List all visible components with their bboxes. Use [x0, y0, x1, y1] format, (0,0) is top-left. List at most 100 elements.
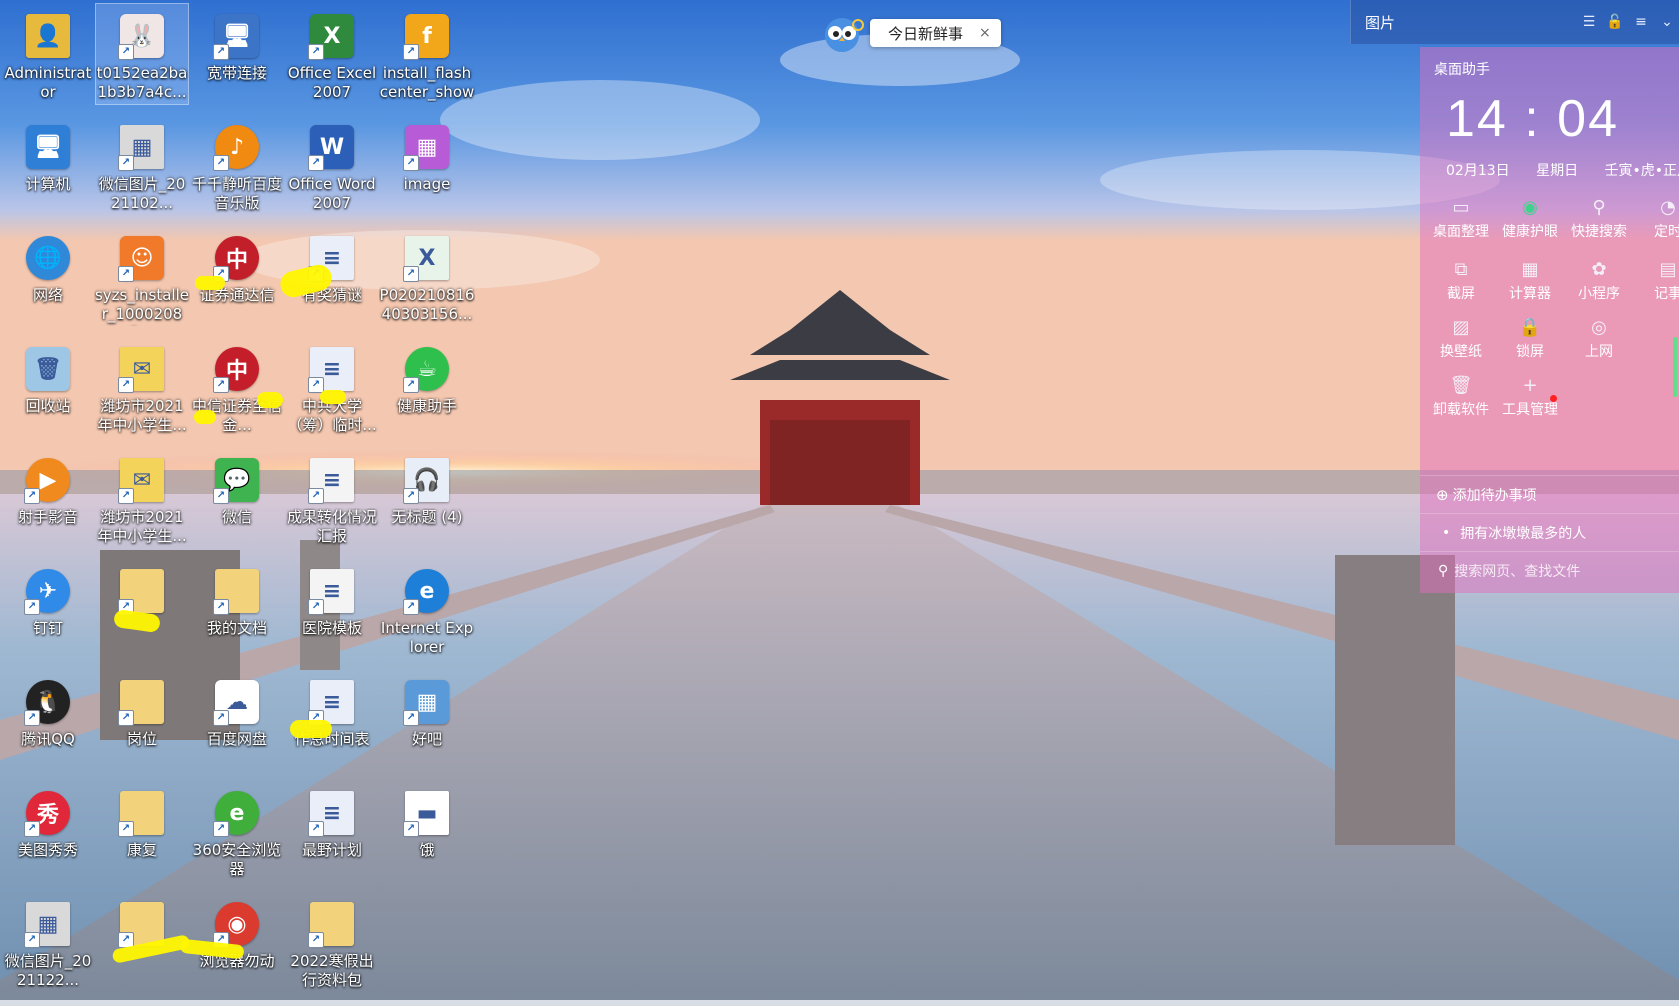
news-popup[interactable]: 今日新鲜事 × — [820, 18, 1001, 52]
desktop-icon-item[interactable]: f ↗ install_flashcenter_show — [380, 4, 474, 104]
desktop-icon-item[interactable]: ☺↗syzs_installer_10002081... — [95, 226, 189, 326]
desktop-icon-item[interactable]: ☕ ↗ 健康助手 — [381, 337, 473, 437]
shortcut-arrow-icon: ↗ — [403, 488, 419, 504]
desktop-icon-item[interactable]: ↗ 我的文档 — [191, 559, 283, 659]
desktop-icon-label: 百度网盘 — [206, 730, 267, 748]
desktop-icon-item[interactable]: 🌐 网络 — [2, 226, 94, 326]
assistant-tool-button[interactable]: ◎ 上网 — [1564, 315, 1634, 361]
shortcut-arrow-icon: ↗ — [118, 44, 134, 60]
flash-installer-icon: f ↗ — [403, 14, 449, 60]
desktop-icon-item[interactable]: ♪ ↗ 千千静听百度音乐版 — [191, 115, 283, 215]
add-todo-button[interactable]: ⊕ 添加待办事项 — [1420, 475, 1679, 514]
icon-glyph: ◉ — [227, 911, 247, 937]
desktop-icon-item[interactable]: ≡ ↗ 中共大学（筹）临时... — [286, 337, 378, 437]
picture-widget-bar: 图片 ☰ 🔓 ≡ ⌄ — [1350, 0, 1679, 44]
assistant-tool-button[interactable]: ◔ 定时 — [1633, 195, 1679, 241]
desktop-icon-item[interactable]: ≡ ↗ 医院模板 — [286, 559, 378, 659]
icon-glyph: ▦ — [416, 689, 438, 715]
hot-topic-item[interactable]: • 拥有冰墩墩最多的人 — [1420, 513, 1679, 552]
news-text[interactable]: 今日新鲜事 — [888, 23, 963, 44]
icon-glyph: ✉ — [132, 467, 152, 493]
assistant-tool-button[interactable]: ◉ 健康护眼 — [1495, 195, 1565, 241]
desktop-icon-label: 美图秀秀 — [17, 841, 78, 859]
desktop-icon-item[interactable]: ↗ 2022寒假出行资料包 — [286, 892, 378, 992]
assistant-tool-label: 工具管理 — [1502, 402, 1558, 418]
desktop-icon-item[interactable]: ✈ ↗ 钉钉 — [2, 559, 94, 659]
assistant-tool-button[interactable]: 🔒 锁屏 — [1495, 315, 1565, 361]
assistant-tool-label: 上网 — [1585, 344, 1613, 360]
desktop-icon-item[interactable]: 秀 ↗ 美图秀秀 — [2, 781, 94, 881]
assistant-tool-button[interactable]: ✿ 小程序 — [1564, 257, 1634, 303]
desktop-icon-item[interactable]: ▦ ↗ 微信图片_2021122... — [2, 892, 94, 992]
desktop-icon-item[interactable]: X ↗ Office Excel 2007 — [286, 4, 378, 104]
icon-glyph: e — [229, 800, 245, 826]
desktop-icon-item[interactable]: ≡ ↗ 最野计划 — [286, 781, 378, 881]
assistant-search-input[interactable]: ⚲ 搜索网页、查找文件 — [1420, 551, 1679, 590]
desktop-icon-item[interactable]: W ↗ Office Word 2007 — [286, 115, 378, 215]
desktop-icon-label: Office Excel 2007 — [287, 64, 377, 101]
folder-icon: ↗ — [308, 902, 354, 948]
desktop-icon-item[interactable]: ✉ ↗ 潍坊市2021年中小学生... — [96, 337, 188, 437]
desktop-icon-label: 好吧 — [411, 730, 442, 748]
internet-explorer-icon: e ↗ — [403, 569, 449, 615]
desktop-icon-item[interactable]: 🖥 计算机 — [2, 115, 94, 215]
desktop-icon-item[interactable]: e ↗ Internet Explorer — [381, 559, 473, 659]
desktop-icon-label: 千千静听百度音乐版 — [191, 175, 282, 212]
chevron-down-icon[interactable]: ⌄ — [1654, 14, 1679, 30]
desktop-icon-label: 康复 — [126, 841, 157, 859]
desktop-icon-item[interactable]: 🖥 ↗ 宽带连接 — [191, 4, 283, 104]
desktop-icon-item[interactable]: ☁ ↗ 百度网盘 — [191, 670, 283, 770]
lunar-date-text: 壬寅•虎•正月 — [1604, 163, 1679, 179]
list-view-icon[interactable]: ☰ — [1576, 14, 1602, 30]
assistant-tool-button[interactable]: ⧉ 截屏 — [1426, 257, 1496, 303]
desktop-icon-item[interactable]: ↗ — [96, 559, 188, 659]
shortcut-arrow-icon: ↗ — [403, 155, 419, 171]
folder-icon: ↗ — [118, 791, 164, 837]
desktop-icon-label: 饿 — [419, 841, 435, 859]
assistant-tool-button[interactable]: ⚲ 快捷搜索 — [1564, 195, 1634, 241]
shortcut-arrow-icon: ↗ — [118, 266, 134, 282]
mini-program-icon: ✿ — [1591, 259, 1607, 280]
desktop-icon-item[interactable]: 💬 ↗ 微信 — [191, 448, 283, 548]
desktop-icon-item[interactable]: ▬ ↗ 饿 — [381, 781, 473, 881]
icon-glyph: ≡ — [322, 800, 342, 826]
shortcut-arrow-icon: ↗ — [118, 488, 134, 504]
desktop-icon-item[interactable]: ✉ ↗ 潍坊市2021年中小学生... — [96, 448, 188, 548]
unlock-icon[interactable]: 🔓 — [1602, 14, 1628, 30]
desktop-icon-item[interactable]: e ↗ 360安全浏览器 — [191, 781, 283, 881]
desktop-icon-item[interactable]: ▶ ↗ 射手影音 — [2, 448, 94, 548]
desktop-icon-item[interactable]: ▦ ↗ image — [381, 115, 473, 215]
assistant-tool-button[interactable]: 🗑 卸载软件 — [1426, 373, 1496, 419]
desktop-icon-item[interactable]: 🐰 ↗ t0152ea2ba1b3b7a4c... — [95, 3, 189, 105]
icon-glyph: ▦ — [37, 911, 59, 937]
desktop-icon-item[interactable]: X ↗ P020210816 40303156... — [380, 226, 474, 326]
notification-dot — [1550, 395, 1557, 402]
document-envelope-icon: ✉ ↗ — [118, 458, 164, 504]
desktop-icon-item[interactable]: 👤 Administrator — [2, 4, 94, 104]
desktop-icon-label: 射手影音 — [17, 508, 78, 526]
desktop-icon-label: 无标题 (4) — [391, 508, 463, 526]
desktop-icon-item[interactable]: ↗ 岗位 — [96, 670, 188, 770]
document-thumbnail-icon: ≡ ↗ — [308, 458, 354, 504]
desktop-icon-label: 钉钉 — [32, 619, 63, 637]
scrollbar-thumb[interactable] — [1673, 337, 1677, 397]
desktop-icon-item[interactable]: 🐧 ↗ 腾讯QQ — [2, 670, 94, 770]
assistant-tool-button[interactable]: ▤ 记事 — [1633, 257, 1679, 303]
menu-icon[interactable]: ≡ — [1628, 14, 1654, 30]
close-icon[interactable]: × — [979, 25, 991, 41]
desktop-icon-item[interactable]: 🗑 回收站 — [2, 337, 94, 437]
search-icon: ⚲ — [1438, 563, 1449, 579]
shortcut-arrow-icon: ↗ — [24, 821, 40, 837]
calculator-icon: ▦ — [1521, 259, 1539, 280]
desktop-icon-item[interactable]: ▦ ↗ 微信图片_2021102... — [96, 115, 188, 215]
quick-search-icon: ⚲ — [1592, 197, 1606, 218]
documents-folder-icon: ↗ — [213, 569, 259, 615]
desktop-icon-item[interactable]: ≡ ↗ 成果转化情况汇报 — [286, 448, 378, 548]
assistant-tool-button[interactable]: ▨ 换壁纸 — [1426, 315, 1496, 361]
news-box[interactable]: 今日新鲜事 × — [870, 19, 1001, 47]
assistant-tool-button[interactable]: ▦ 计算器 — [1495, 257, 1565, 303]
desktop-icon-item[interactable]: 🎧 ↗ 无标题 (4) — [381, 448, 473, 548]
desktop-icon-item[interactable]: ▦ ↗ 好吧 — [381, 670, 473, 770]
desktop-icon-item[interactable]: ↗ 康复 — [96, 781, 188, 881]
assistant-tool-button[interactable]: ▭ 桌面整理 — [1426, 195, 1496, 241]
